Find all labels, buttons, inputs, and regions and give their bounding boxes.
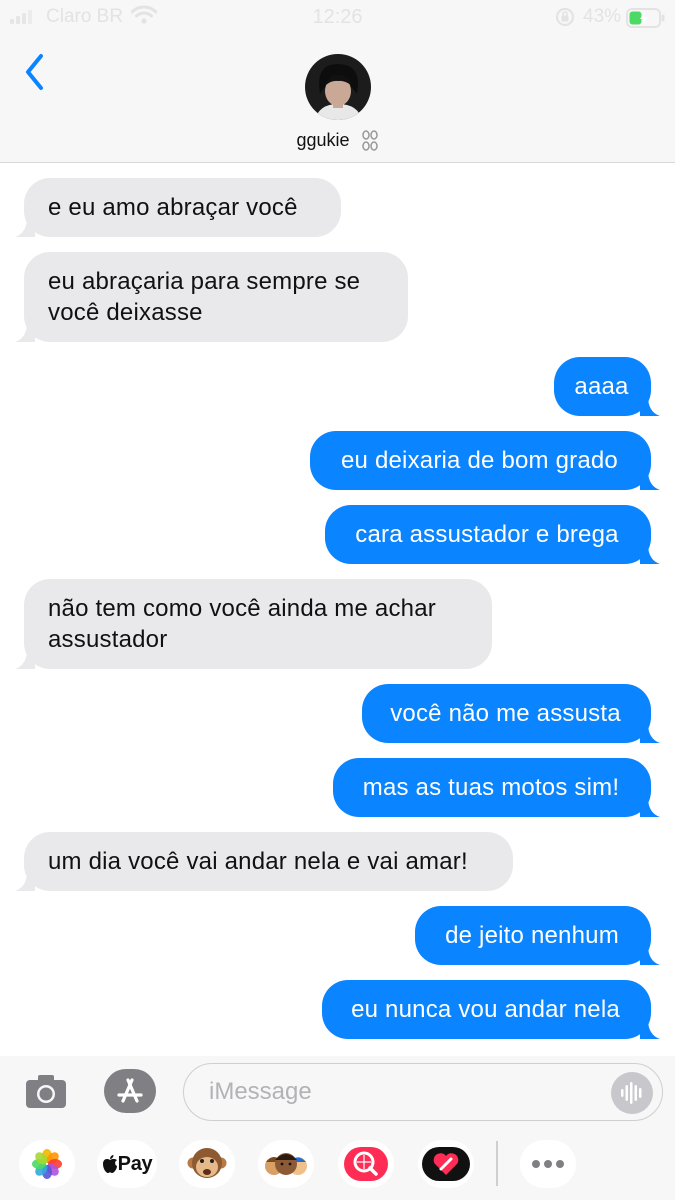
status-bar: Claro BR 12:26 43% [0, 0, 675, 34]
message-text-line: você não me assusta [390, 700, 621, 727]
bubble-tail [640, 723, 660, 743]
outgoing-message[interactable]: você não me assusta [362, 684, 660, 743]
message-text-line: mas as tuas motos sim! [362, 774, 620, 801]
bubble-tail [640, 945, 660, 965]
animoji-button[interactable] [179, 1140, 235, 1188]
apple-pay-button[interactable]: Pay [97, 1140, 157, 1188]
bubble-tail [15, 649, 35, 669]
message-text-line: aaaa [574, 373, 629, 400]
message-text-line: eu nunca vou andar nela [351, 996, 620, 1023]
battery-icon [626, 8, 665, 28]
message-text-line: eu deixaria de bom grado [341, 447, 618, 474]
bubble-tail [640, 1019, 660, 1039]
contact-name-label: ggukie [296, 130, 350, 150]
outgoing-message[interactable]: mas as tuas motos sim! [333, 758, 660, 817]
search-images-button[interactable] [338, 1140, 394, 1188]
bubble-tail [640, 544, 660, 564]
memoji-button[interactable] [258, 1140, 314, 1188]
digital-touch-button[interactable] [418, 1140, 474, 1188]
incoming-message[interactable]: um dia você vai andar nela e vai amar! [15, 832, 513, 891]
message-text-line: e eu amo abraçar você [48, 194, 298, 221]
outgoing-message[interactable]: de jeito nenhum [415, 906, 660, 965]
message-text-line: assustador [48, 626, 168, 653]
back-chevron-icon[interactable] [18, 50, 54, 94]
imessage-input[interactable]: iMessage [183, 1063, 663, 1121]
contact-name[interactable]: ggukie [0, 130, 675, 152]
bubble-tail [15, 322, 35, 342]
chain-emoji-icon [361, 130, 378, 151]
camera-icon[interactable] [24, 1072, 68, 1112]
bubble-tail [640, 470, 660, 490]
waveform-icon [621, 1082, 642, 1104]
message-text-line: eu abraçaria para sempre se [48, 268, 361, 295]
apple-pay-label: Pay [117, 1152, 153, 1175]
digital-touch-icon [422, 1147, 470, 1181]
incoming-message[interactable]: não tem como você ainda me achar assusta… [15, 579, 492, 669]
bubble-tail [640, 797, 660, 817]
outgoing-message[interactable]: eu nunca vou andar nela [322, 980, 660, 1039]
apple-logo-icon [102, 1155, 117, 1173]
memoji-icon [265, 1153, 307, 1175]
bubble-tail [640, 396, 660, 416]
photos-icon [32, 1149, 62, 1179]
battery-percentage: 43% [583, 6, 622, 27]
avatar-photo [305, 54, 371, 120]
monkey-animoji-icon [187, 1148, 227, 1178]
photos-app-button[interactable] [19, 1140, 75, 1188]
audio-message-button[interactable] [611, 1072, 653, 1114]
incoming-message[interactable]: eu abraçaria para sempre se você deixass… [15, 252, 408, 342]
more-apps-icon [532, 1160, 564, 1168]
conversation-header: Claro BR 12:26 43% ggukie [0, 0, 675, 163]
message-text-line: um dia você vai andar nela e vai amar! [48, 848, 468, 875]
rotation-lock-icon [555, 7, 575, 27]
message-text-line: cara assustador e brega [355, 521, 619, 548]
incoming-message[interactable]: e eu amo abraçar você [15, 178, 341, 237]
contact-avatar[interactable] [305, 54, 371, 120]
more-apps-button[interactable] [520, 1140, 576, 1188]
bubble-tail [15, 871, 35, 891]
outgoing-message[interactable]: aaaa [554, 357, 660, 416]
web-search-icon [344, 1147, 388, 1181]
outgoing-message[interactable]: eu deixaria de bom grado [310, 431, 660, 490]
message-text-line: não tem como você ainda me achar [48, 595, 436, 622]
app-store-icon[interactable] [103, 1068, 157, 1114]
input-placeholder: iMessage [209, 1078, 312, 1105]
message-text-line: você deixasse [48, 299, 203, 326]
message-text-line: de jeito nenhum [445, 922, 619, 949]
bubble-tail [15, 217, 35, 237]
outgoing-message[interactable]: cara assustador e brega [325, 505, 660, 564]
tray-divider [496, 1141, 498, 1186]
